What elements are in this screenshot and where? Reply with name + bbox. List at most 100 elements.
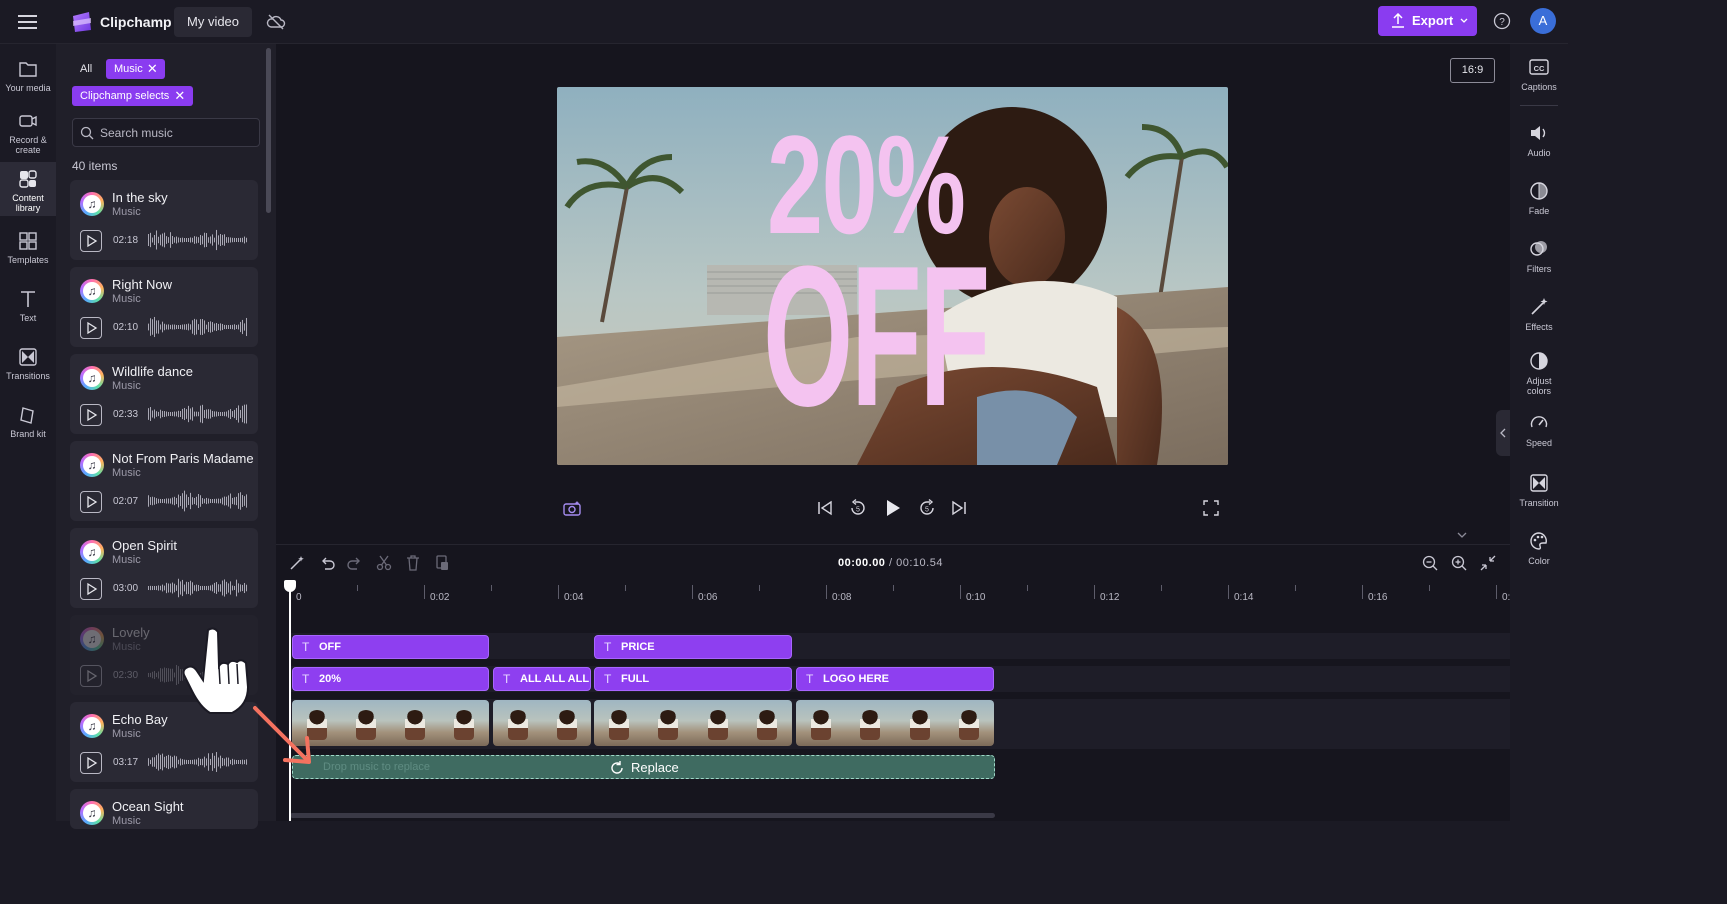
play-icon[interactable] xyxy=(883,498,903,518)
panel-filters[interactable]: Filters xyxy=(1510,238,1568,274)
search-icon xyxy=(80,126,94,140)
waveform xyxy=(148,229,247,251)
overlay-text-off[interactable]: OFF xyxy=(763,237,990,437)
ruler-label: 0:04 xyxy=(564,592,584,603)
nav-content-library[interactable]: Content library xyxy=(0,162,56,216)
play-preview-button[interactable] xyxy=(80,491,102,513)
upload-icon xyxy=(1391,13,1405,29)
nav-record-create[interactable]: Record & create xyxy=(0,110,56,156)
ruler-tick xyxy=(826,585,827,599)
rail-label: Transition xyxy=(1519,498,1559,508)
redo-icon[interactable] xyxy=(346,554,364,572)
music-title: Ocean Sight xyxy=(112,799,184,814)
timeline-scrollbar[interactable] xyxy=(290,813,995,818)
items-count: 40 items xyxy=(72,159,118,173)
text-clip-20[interactable]: T 20% xyxy=(292,667,489,691)
panel-effects[interactable]: Effects xyxy=(1510,296,1568,332)
music-item[interactable]: ♫ Right Now Music 02:10 xyxy=(70,267,258,347)
panel-adjust-colors[interactable]: Adjust colors xyxy=(1510,350,1568,396)
nav-text[interactable]: Text xyxy=(0,288,56,328)
text-clip-logo[interactable]: T LOGO HERE xyxy=(796,667,994,691)
brand-kit-icon xyxy=(17,404,39,426)
cut-scissors-icon[interactable] xyxy=(375,554,393,572)
export-button[interactable]: Export xyxy=(1378,6,1477,36)
duplicate-icon[interactable] xyxy=(433,554,451,572)
close-icon[interactable]: ✕ xyxy=(147,59,158,79)
fullscreen-icon[interactable] xyxy=(1203,500,1219,516)
collapse-properties-button[interactable] xyxy=(1496,410,1510,456)
text-clip-icon: T xyxy=(604,672,612,686)
panel-speed[interactable]: Speed xyxy=(1510,412,1568,448)
play-preview-button[interactable] xyxy=(80,578,102,600)
nav-templates[interactable]: Templates xyxy=(0,230,56,270)
music-item[interactable]: ♫ Open Spirit Music 03:00 xyxy=(70,528,258,608)
play-preview-button[interactable] xyxy=(80,404,102,426)
music-type: Music xyxy=(112,380,141,392)
audio-drop-zone[interactable]: Drop music to replace Replace xyxy=(292,755,995,779)
filter-music-chip[interactable]: Music ✕ xyxy=(106,59,165,79)
nav-brand-kit[interactable]: Brand kit xyxy=(0,404,56,444)
forward-5s-icon[interactable]: 5 xyxy=(917,498,937,518)
music-duration: 02:30 xyxy=(113,670,139,681)
skip-to-start-icon[interactable] xyxy=(816,499,834,517)
close-icon[interactable]: ✕ xyxy=(174,86,185,106)
video-clip[interactable] xyxy=(493,700,591,746)
color-palette-icon xyxy=(1528,530,1550,552)
cloud-sync-off-icon[interactable] xyxy=(266,12,286,32)
magic-wand-icon[interactable] xyxy=(288,554,306,572)
music-item[interactable]: ♫ Ocean Sight Music xyxy=(70,789,258,829)
filter-music-label: Music xyxy=(114,63,143,75)
clip-label: ALL ALL ALL A xyxy=(520,673,590,685)
video-clip[interactable] xyxy=(796,700,994,746)
video-preview[interactable]: 20% OFF xyxy=(557,87,1228,465)
filter-selects-chip[interactable]: Clipchamp selects ✕ xyxy=(72,86,194,106)
nav-transitions[interactable]: Transitions xyxy=(0,346,56,386)
delete-trash-icon[interactable] xyxy=(404,554,422,572)
play-preview-button[interactable] xyxy=(80,665,102,687)
panel-color[interactable]: Color xyxy=(1510,530,1568,566)
panel-fade[interactable]: Fade xyxy=(1510,180,1568,216)
play-preview-button[interactable] xyxy=(80,317,102,339)
magic-camera-icon[interactable] xyxy=(562,499,582,519)
skip-to-end-icon[interactable] xyxy=(950,499,968,517)
text-clip-off[interactable]: T OFF xyxy=(292,635,489,659)
panel-captions[interactable]: CC Captions xyxy=(1510,56,1568,92)
video-clip[interactable] xyxy=(594,700,792,746)
music-item[interactable]: ♫ In the sky Music 02:18 xyxy=(70,180,258,260)
play-preview-button[interactable] xyxy=(80,752,102,774)
text-clip-all[interactable]: T ALL ALL ALL A xyxy=(493,667,591,691)
play-icon xyxy=(87,756,98,770)
search-input[interactable]: Search music xyxy=(72,118,260,147)
panel-audio[interactable]: Audio xyxy=(1510,122,1568,158)
hamburger-menu-icon[interactable] xyxy=(17,12,39,30)
zoom-out-icon[interactable] xyxy=(1421,554,1439,572)
library-scrollbar[interactable] xyxy=(266,48,271,213)
music-item[interactable]: ♫ Wildlife dance Music 02:33 xyxy=(70,354,258,434)
aspect-ratio-button[interactable]: 16:9 xyxy=(1450,58,1495,83)
waveform xyxy=(148,752,247,772)
zoom-in-icon[interactable] xyxy=(1450,554,1468,572)
avatar[interactable]: A xyxy=(1530,8,1556,34)
ruler-minor-tick xyxy=(1429,585,1430,591)
help-icon[interactable]: ? xyxy=(1493,12,1511,30)
music-duration: 02:07 xyxy=(113,496,139,507)
music-title: Wildlife dance xyxy=(112,364,193,379)
folder-icon xyxy=(17,58,39,80)
text-clip-price[interactable]: T PRICE xyxy=(594,635,792,659)
ruler-label: 0:12 xyxy=(1100,592,1120,603)
panel-transition[interactable]: Transition xyxy=(1510,472,1568,508)
rewind-5s-icon[interactable]: 5 xyxy=(848,498,868,518)
text-clip-full[interactable]: T FULL xyxy=(594,667,792,691)
music-type: Music xyxy=(112,206,141,218)
filter-all[interactable]: All xyxy=(72,59,100,79)
fit-timeline-icon[interactable] xyxy=(1479,554,1497,572)
rail-label: Captions xyxy=(1521,82,1557,92)
undo-icon[interactable] xyxy=(318,554,336,572)
ruler-minor-tick xyxy=(625,585,626,591)
music-item[interactable]: ♫ Not From Paris Madame Music 02:07 xyxy=(70,441,258,521)
project-title[interactable]: My video xyxy=(174,7,253,37)
nav-your-media[interactable]: Your media xyxy=(0,58,56,98)
playhead-handle[interactable] xyxy=(284,580,296,592)
collapse-preview-chevron-icon[interactable] xyxy=(1455,530,1469,540)
play-preview-button[interactable] xyxy=(80,230,102,252)
